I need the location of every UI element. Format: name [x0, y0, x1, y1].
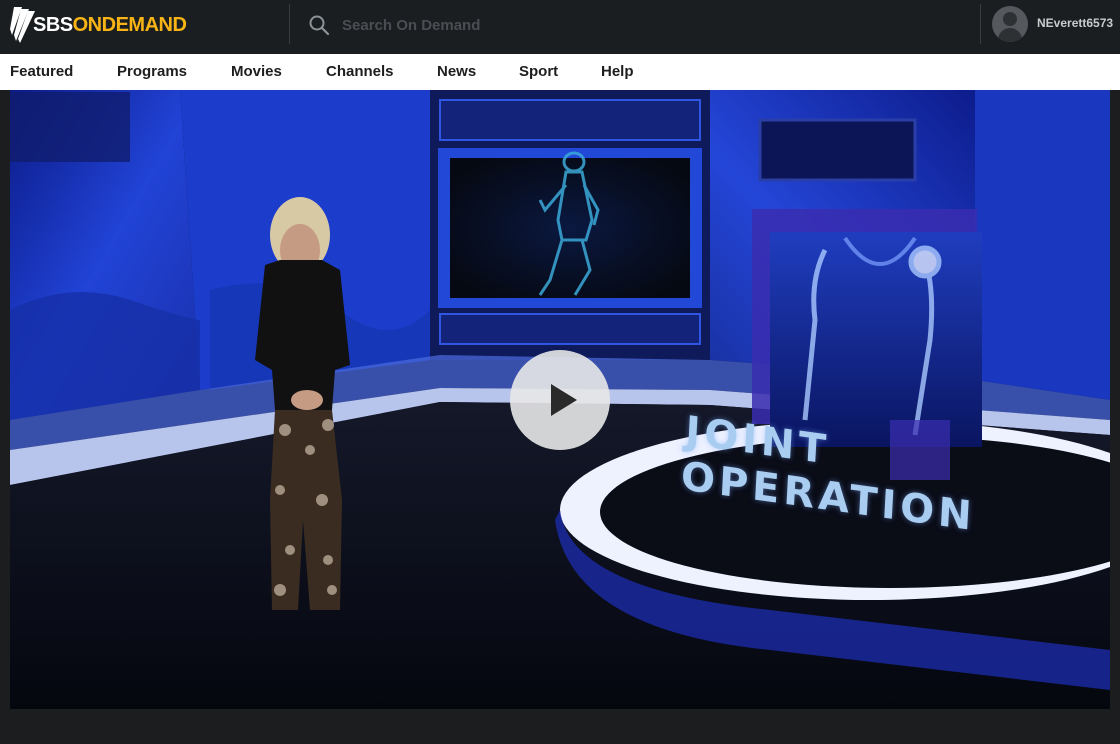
logo-ondemand-text: ONDEMAND: [72, 14, 187, 36]
logo-wordmark: SBSONDEMAND: [33, 14, 187, 37]
play-icon[interactable]: [551, 384, 577, 416]
username-label[interactable]: NEverett6573: [1037, 16, 1113, 30]
search-input[interactable]: [340, 12, 744, 38]
nav-item-news[interactable]: News: [437, 63, 476, 80]
sbs-wing-icon: [10, 7, 35, 43]
nav-item-programs[interactable]: Programs: [117, 63, 187, 80]
nav-item-help[interactable]: Help: [601, 63, 634, 80]
nav-item-channels[interactable]: Channels: [326, 63, 394, 80]
avatar[interactable]: [992, 6, 1028, 42]
page-footer-area: [0, 709, 1120, 744]
header-divider: [289, 4, 290, 44]
video-player[interactable]: JOINT OPERATION: [10, 90, 1110, 709]
sbs-on-demand-logo[interactable]: SBSONDEMAND: [8, 5, 213, 45]
user-menu[interactable]: NEverett6573: [990, 5, 1120, 45]
logo-sbs-text: SBS: [33, 14, 73, 36]
header-divider: [980, 4, 981, 44]
nav-item-featured[interactable]: Featured: [10, 63, 73, 80]
search-bar[interactable]: [300, 6, 950, 44]
main-nav: Featured Programs Movies Channels News S…: [0, 54, 1120, 90]
search-icon[interactable]: [308, 14, 330, 36]
nav-item-movies[interactable]: Movies: [231, 63, 282, 80]
top-bar: SBSONDEMAND NEverett6573: [0, 0, 1120, 54]
nav-item-sport[interactable]: Sport: [519, 63, 558, 80]
play-button[interactable]: [510, 350, 610, 450]
